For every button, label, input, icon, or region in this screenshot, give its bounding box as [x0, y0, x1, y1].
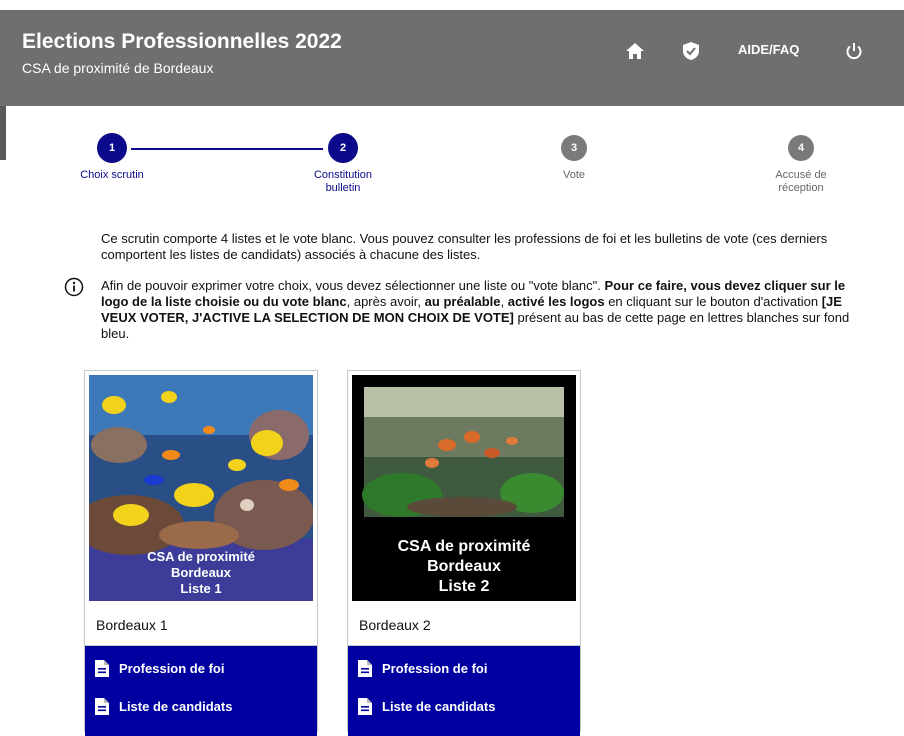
- list-1-logo-line-3: Liste 1: [180, 581, 221, 596]
- list-1-aquarium-image: CSA de proximité Bordeaux Liste 1: [89, 375, 313, 596]
- list-1-logo[interactable]: CSA de proximité Bordeaux Liste 1: [89, 375, 313, 601]
- list-2-name: Bordeaux 2: [359, 617, 431, 633]
- step-4-circle: 4: [788, 135, 814, 161]
- info-icon: [64, 277, 84, 302]
- intro-line-1: Ce scrutin comporte 4 listes et le vote …: [101, 231, 749, 246]
- intro-text: Ce scrutin comporte 4 listes et le vote …: [101, 231, 861, 263]
- list-1-candidats-label: Liste de candidats: [119, 698, 233, 714]
- info-part-6: activé les logos: [507, 294, 605, 309]
- step-2-label: Constitution bulletin: [283, 169, 403, 195]
- list-1-actions: Profession de foi Liste de candidats: [85, 646, 317, 736]
- step-3-label: Vote: [562, 169, 586, 181]
- info-part-5: ,: [500, 294, 508, 309]
- page-subtitle: CSA de proximité de Bordeaux: [22, 60, 214, 76]
- info-instructions: Afin de pouvoir exprimer votre choix, vo…: [101, 278, 861, 342]
- document-icon: [95, 659, 109, 677]
- list-2-actions: Profession de foi Liste de candidats: [348, 646, 580, 736]
- step-4-label: Accusé de réception: [741, 169, 861, 195]
- step-2-circle: 2: [328, 133, 358, 163]
- list-2-profession-label: Profession de foi: [382, 660, 488, 676]
- list-1-logo-line-2: Bordeaux: [171, 565, 232, 580]
- left-edge-bar: [0, 106, 6, 160]
- list-2-logo-line-3: Liste 2: [439, 578, 490, 595]
- document-icon: [95, 697, 109, 715]
- info-part-7: en cliquant sur le bouton d'activation: [604, 294, 822, 309]
- step-4-label-line1: Accusé de: [775, 169, 827, 181]
- list-card-2: CSA de proximité Bordeaux Liste 2 Bordea…: [347, 370, 581, 736]
- info-part-3: , après avoir,: [346, 294, 425, 309]
- home-icon[interactable]: [624, 40, 646, 62]
- step-3: 3 Vote: [514, 133, 634, 182]
- top-strip: [0, 0, 904, 10]
- app-header: Elections Professionnelles 2022 CSA de p…: [0, 10, 904, 106]
- step-4: 4 Accusé de réception: [741, 133, 861, 195]
- list-2-candidats-label: Liste de candidats: [382, 698, 496, 714]
- step-3-circle: 3: [561, 135, 587, 161]
- step-1-circle: 1: [97, 133, 127, 163]
- step-2: 2 Constitution bulletin: [283, 133, 403, 195]
- list-2-logo[interactable]: CSA de proximité Bordeaux Liste 2: [352, 375, 576, 601]
- step-2-label-line2: bulletin: [325, 182, 361, 194]
- power-icon[interactable]: [843, 40, 865, 62]
- list-1-profession-de-foi-link[interactable]: Profession de foi: [95, 657, 224, 679]
- document-icon: [358, 659, 372, 677]
- list-1-logo-line-1: CSA de proximité: [147, 549, 255, 564]
- list-1-liste-candidats-link[interactable]: Liste de candidats: [95, 695, 232, 717]
- list-2-profession-de-foi-link[interactable]: Profession de foi: [358, 657, 487, 679]
- step-1: 1 Choix scrutin: [52, 133, 172, 182]
- list-2-aquarium-image: CSA de proximité Bordeaux Liste 2: [352, 375, 576, 601]
- step-1-label: Choix scrutin: [80, 169, 144, 181]
- aide-faq-link[interactable]: AIDE/FAQ: [738, 42, 799, 57]
- info-part-1: Afin de pouvoir exprimer votre choix, vo…: [101, 278, 605, 293]
- step-4-label-line2: réception: [778, 182, 824, 194]
- info-part-4: au préalable: [424, 294, 501, 309]
- document-icon: [358, 697, 372, 715]
- list-1-profession-label: Profession de foi: [119, 660, 225, 676]
- list-2-logo-line-2: Bordeaux: [427, 558, 501, 575]
- list-2-liste-candidats-link[interactable]: Liste de candidats: [358, 695, 495, 717]
- page-title: Elections Professionnelles 2022: [22, 30, 342, 53]
- step-2-label-line1: Constitution: [313, 169, 373, 181]
- shield-check-icon[interactable]: [680, 40, 702, 62]
- list-card-1: CSA de proximité Bordeaux Liste 1 Bordea…: [84, 370, 318, 736]
- list-2-logo-line-1: CSA de proximité: [398, 538, 531, 555]
- list-1-name: Bordeaux 1: [96, 617, 168, 633]
